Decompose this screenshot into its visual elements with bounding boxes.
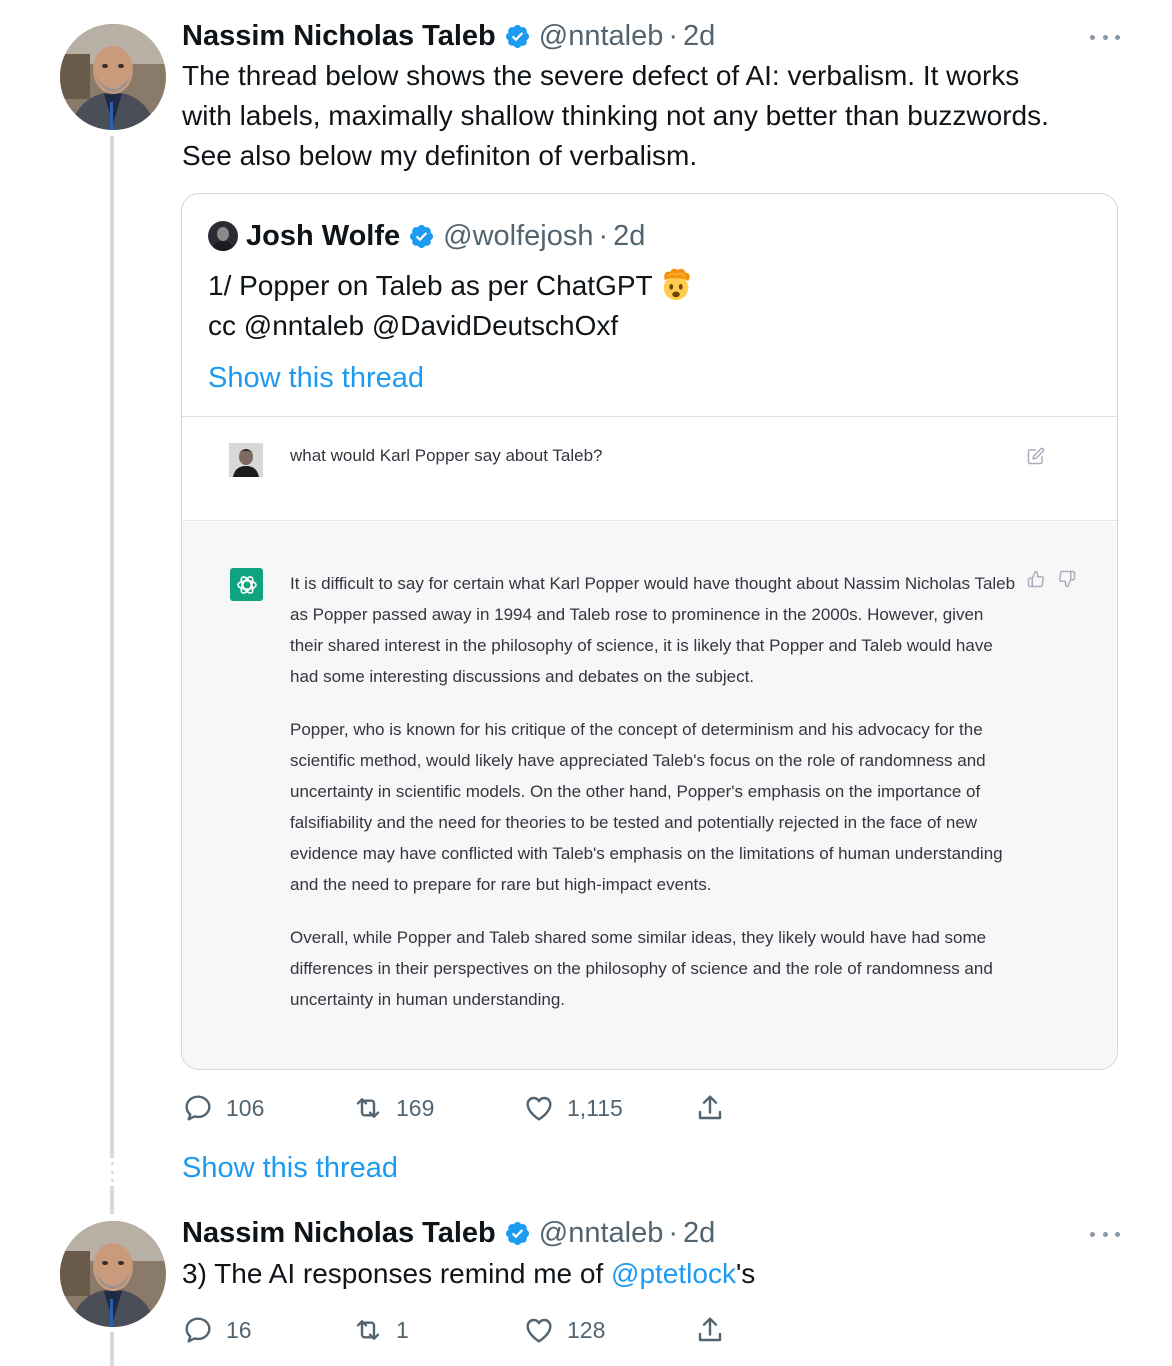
reply-icon: [185, 1317, 211, 1343]
quoted-text-line-2: cc @nntaleb @DavidDeutschOxf: [208, 310, 619, 341]
share-icon: [698, 1317, 722, 1342]
quoted-author-avatar: [208, 221, 238, 251]
retweet-button[interactable]: 1: [352, 1312, 409, 1348]
quoted-text-line-1: 1/ Popper on Taleb as per ChatGPT: [208, 270, 653, 301]
thread-gap: [110, 1162, 114, 1182]
tweet-text-prefix: 3) The AI responses remind me of: [182, 1258, 612, 1289]
chatgpt-screenshot: what would Karl Popper say about Taleb? …: [182, 416, 1117, 1069]
verified-badge-icon: [504, 1220, 531, 1247]
quoted-tweet-timestamp: 2d: [613, 219, 646, 252]
quoted-author-handle: @wolfejosh: [443, 219, 594, 252]
thumbs-up-icon: [1027, 570, 1045, 588]
retweet-count: 169: [396, 1094, 435, 1121]
author-avatar[interactable]: [60, 24, 166, 130]
thread-line: [110, 1186, 114, 1214]
reply-count: 16: [226, 1316, 252, 1343]
separator-dot: ·: [668, 1216, 679, 1249]
chat-user-message: what would Karl Popper say about Taleb?: [182, 417, 1117, 521]
verified-badge-icon: [504, 23, 531, 50]
thread-line: [110, 1332, 114, 1366]
share-icon: [698, 1095, 722, 1120]
ai-paragraph: Overall, while Popper and Taleb shared s…: [290, 928, 993, 1009]
author-handle[interactable]: @nntaleb: [539, 20, 664, 53]
tweet-text-suffix: 's: [735, 1258, 756, 1289]
share-button[interactable]: [694, 1312, 726, 1348]
chat-ai-response: It is difficult to say for certain what …: [290, 568, 1018, 1037]
thread-line: [110, 136, 114, 1158]
retweet-count: 1: [396, 1316, 409, 1343]
author-handle[interactable]: @nntaleb: [539, 1217, 664, 1250]
like-count: 128: [567, 1316, 606, 1343]
ai-paragraph: Popper, who is known for his critique of…: [290, 720, 1003, 894]
tweet-header: Nassim Nicholas Taleb @nntaleb · 2d: [182, 16, 715, 56]
exploding-head-emoji: [659, 267, 693, 301]
ai-paragraph: It is difficult to say for certain what …: [290, 574, 1016, 686]
quoted-author-name: Josh Wolfe: [246, 219, 401, 252]
like-button[interactable]: 128: [523, 1312, 605, 1348]
more-icon[interactable]: [1090, 1228, 1120, 1240]
share-button[interactable]: [694, 1090, 726, 1126]
openai-logo-icon: [230, 568, 263, 601]
quoted-show-thread-link[interactable]: Show this thread: [208, 362, 424, 395]
like-icon: [526, 1096, 552, 1121]
reply-button[interactable]: 16: [182, 1312, 252, 1348]
author-name[interactable]: Nassim Nicholas Taleb: [182, 1217, 496, 1250]
user-avatar: [229, 443, 263, 477]
tweet-timestamp[interactable]: 2d: [683, 1217, 715, 1250]
quoted-tweet-header: Josh Wolfe @wolfejosh · 2d: [208, 216, 645, 256]
retweet-button[interactable]: 169: [352, 1090, 434, 1126]
thumbs-down-icon: [1058, 570, 1076, 588]
mention-link[interactable]: @ptetlock: [611, 1258, 736, 1289]
reply-button[interactable]: 106: [182, 1090, 264, 1126]
chat-user-question: what would Karl Popper say about Taleb?: [290, 446, 603, 465]
separator-dot: ·: [668, 19, 679, 52]
edit-icon: [1027, 447, 1045, 465]
tweet-timestamp[interactable]: 2d: [683, 20, 715, 53]
separator-dot: ·: [598, 219, 609, 252]
tweet-text-line: The thread below shows the severe defect…: [182, 60, 1020, 91]
reply-icon: [185, 1095, 211, 1121]
more-icon[interactable]: [1090, 31, 1120, 43]
tweet-text: 3) The AI responses remind me of @ptetlo…: [182, 1254, 1142, 1294]
tweet-text-line: with labels, maximally shallow thinking …: [182, 100, 1049, 131]
retweet-icon: [356, 1098, 380, 1118]
like-icon: [526, 1318, 552, 1343]
quoted-text-line: 1/ Popper on Taleb as per ChatGPT: [208, 266, 1088, 306]
verified-badge-icon: [408, 223, 435, 250]
reply-count: 106: [226, 1094, 265, 1121]
author-name[interactable]: Nassim Nicholas Taleb: [182, 20, 496, 53]
quoted-tweet-card[interactable]: Josh Wolfe @wolfejosh · 2d 1/ Popper on …: [181, 193, 1118, 1070]
quoted-tweet-text: 1/ Popper on Taleb as per ChatGPT cc @nn…: [208, 266, 1088, 346]
tweet-text: The thread below shows the severe defect…: [182, 56, 1142, 176]
tweet-text-line: See also below my definiton of verbalism…: [182, 140, 698, 171]
author-avatar[interactable]: [60, 1221, 166, 1327]
chat-ai-message: It is difficult to say for certain what …: [182, 522, 1117, 1069]
tweet-header: Nassim Nicholas Taleb @nntaleb · 2d: [182, 1213, 715, 1253]
like-button[interactable]: 1,115: [523, 1090, 623, 1126]
retweet-icon: [356, 1320, 380, 1340]
show-thread-link[interactable]: Show this thread: [182, 1152, 398, 1185]
like-count: 1,115: [567, 1094, 623, 1121]
